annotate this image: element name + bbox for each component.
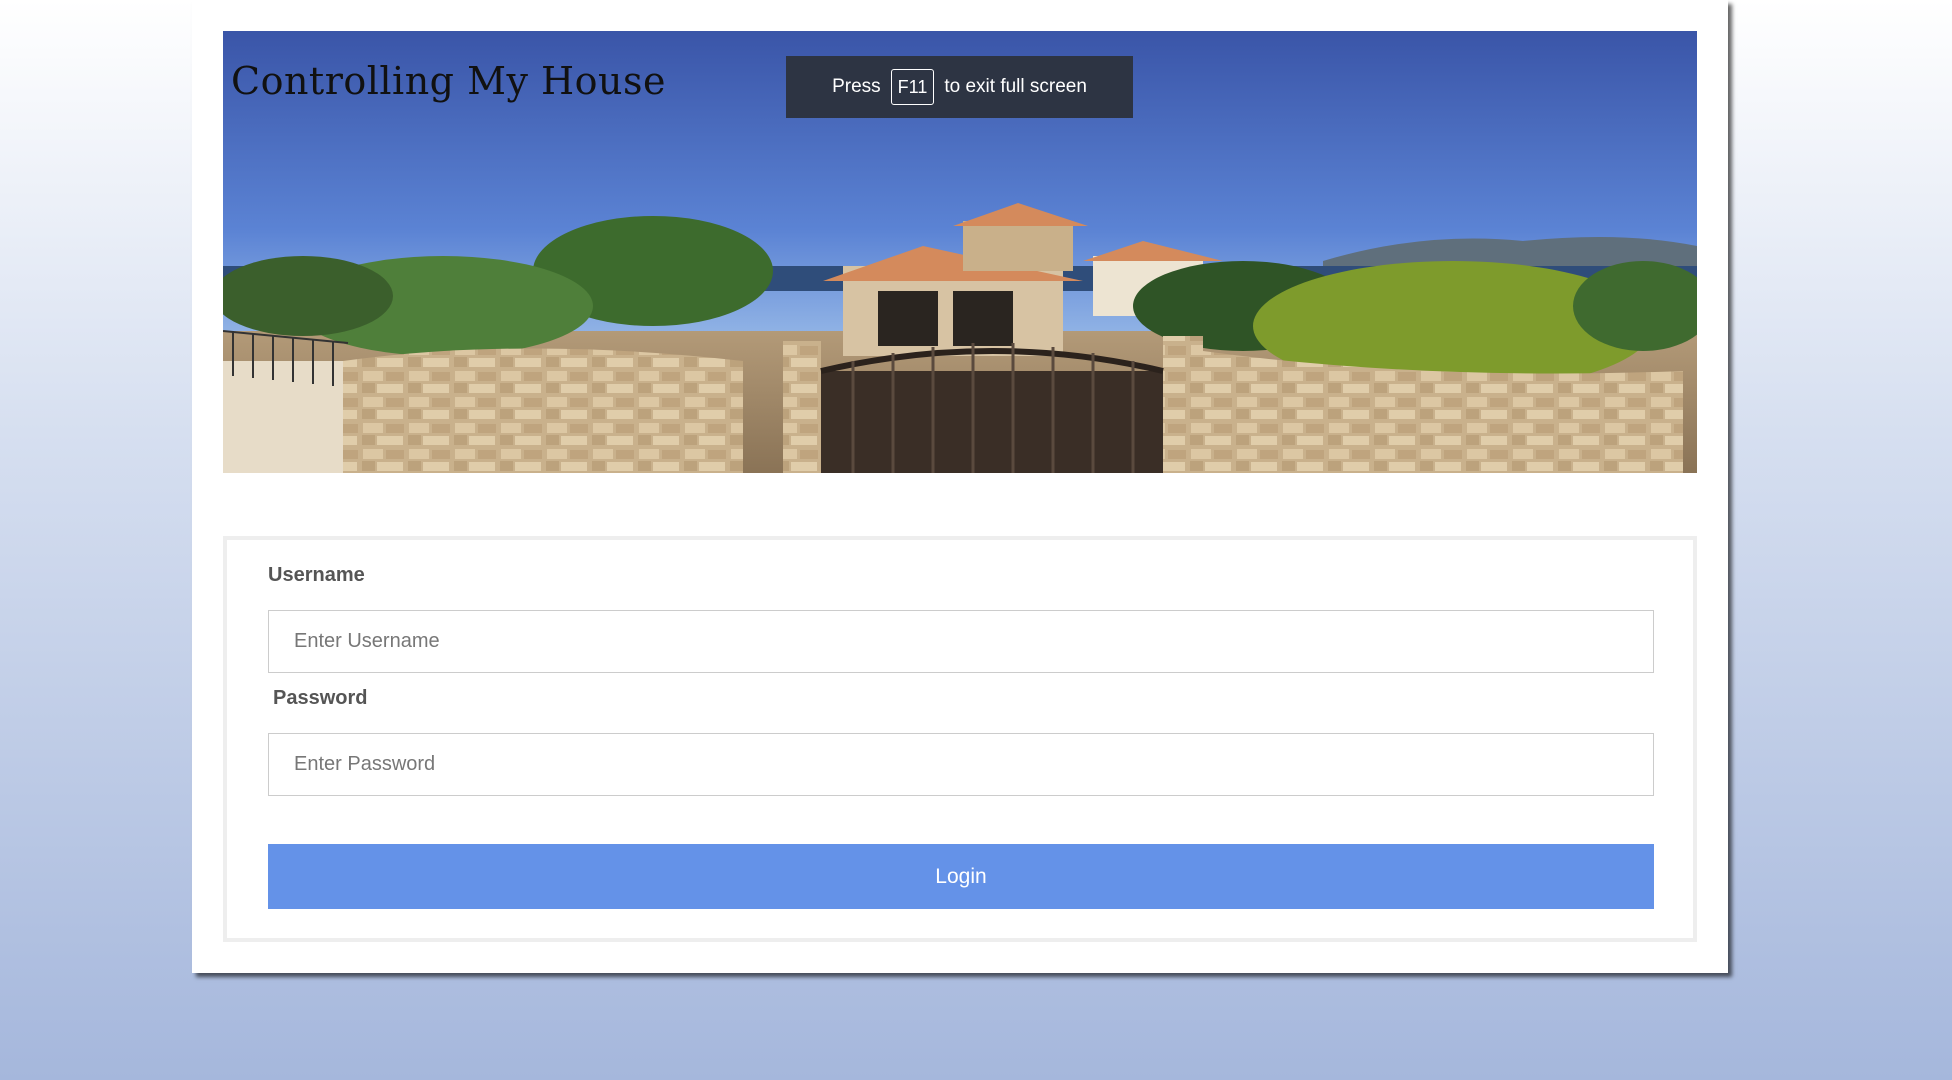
username-input[interactable] bbox=[268, 610, 1654, 673]
login-button[interactable]: Login bbox=[268, 844, 1654, 909]
password-label: Password bbox=[273, 687, 368, 709]
password-input[interactable] bbox=[268, 733, 1654, 796]
username-label: Username bbox=[268, 564, 365, 586]
page-card: Controlling My House Username Password L… bbox=[192, 0, 1728, 973]
fullscreen-exit-notice: Press F11 to exit full screen bbox=[786, 56, 1133, 118]
page-title: Controlling My House bbox=[231, 59, 667, 103]
login-form: Username Password Login bbox=[223, 536, 1697, 942]
notice-suffix: to exit full screen bbox=[944, 76, 1087, 97]
notice-prefix: Press bbox=[832, 76, 881, 97]
f11-key-badge: F11 bbox=[890, 69, 935, 105]
